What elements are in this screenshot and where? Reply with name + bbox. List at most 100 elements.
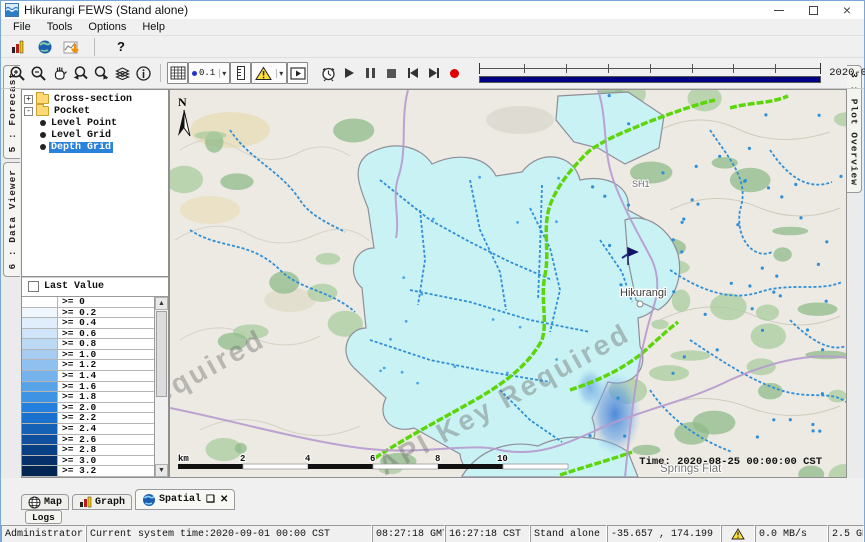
svg-text:km: km — [178, 454, 189, 464]
legend-row[interactable]: >= 3.2 — [22, 466, 154, 477]
time-slider-period-bar[interactable] — [479, 76, 821, 83]
current-time-label: 2020-08-25 00:00:00 CST — [829, 67, 865, 79]
legend-row[interactable]: >= 0 — [22, 297, 154, 308]
legend-swatch — [22, 360, 58, 370]
time-slider[interactable] — [479, 63, 821, 83]
open-display-icon[interactable] — [287, 62, 308, 84]
tree-item-pocket[interactable]: - Pocket — [24, 105, 166, 117]
tree-item-label[interactable]: Level Point — [49, 118, 119, 129]
status-user: Administrator — [1, 525, 86, 542]
undock-tab-icon[interactable]: ❑ — [206, 494, 215, 506]
explorer-chart-icon[interactable] — [7, 36, 28, 58]
menu-help[interactable]: Help — [134, 21, 173, 33]
tab-spatial[interactable]: Spatial ❑ ✕ — [135, 489, 235, 510]
left-panel: + Cross-section - Pocket Level Point Lev… — [21, 89, 169, 478]
minimize-button[interactable] — [762, 1, 796, 19]
warning-icon — [731, 528, 745, 540]
wireframe-globe-icon — [28, 496, 41, 509]
legend-panel: Last Value >= 0>= 0.2>= 0.4>= 0.6>= 0.8>… — [22, 277, 168, 477]
step-back-icon[interactable] — [402, 62, 423, 84]
legend-color-table: >= 0>= 0.2>= 0.4>= 0.6>= 0.8>= 1.0>= 1.2… — [22, 297, 154, 477]
stop-icon[interactable] — [381, 62, 402, 84]
zoom-previous-icon[interactable] — [70, 62, 91, 84]
legend-row-label: >= 1.6 — [58, 382, 96, 392]
svg-text:2: 2 — [240, 454, 245, 464]
legend-scrollbar[interactable]: ▲ ▼ — [154, 297, 168, 477]
menu-tools[interactable]: Tools — [39, 21, 81, 33]
legend-swatch — [22, 339, 58, 349]
scroll-up-icon[interactable]: ▲ — [155, 297, 168, 310]
svg-text:6: 6 — [370, 454, 375, 464]
close-tab-icon[interactable]: ✕ — [220, 494, 228, 506]
status-bar: Administrator Current system time:2020-0… — [1, 525, 864, 542]
tree-item-label[interactable]: Cross-section — [52, 94, 134, 105]
menu-options[interactable]: Options — [80, 21, 134, 33]
threshold-value-dropdown[interactable]: 0.1 ▾ — [188, 62, 230, 84]
logs-row: Logs — [1, 510, 864, 525]
tree-item-label[interactable]: Pocket — [52, 106, 92, 117]
maximize-button[interactable] — [796, 1, 830, 19]
tab-graph[interactable]: Graph — [72, 494, 132, 510]
svg-text:10: 10 — [497, 454, 508, 464]
help-icon[interactable]: ? — [117, 39, 125, 54]
spatial-display-icon[interactable] — [61, 36, 82, 58]
legend-row-label: >= 0.4 — [58, 318, 96, 328]
warning-thresholds-dropdown[interactable]: ▾ — [251, 62, 287, 84]
grid-toggle-icon[interactable] — [167, 62, 188, 84]
status-memory: 2.5 GB — [828, 525, 864, 542]
menu-file[interactable]: File — [5, 21, 39, 33]
legend-row-label: >= 1.2 — [58, 360, 96, 370]
legend-swatch — [22, 371, 58, 381]
menu-bar: File Tools Options Help — [1, 19, 864, 36]
map-view[interactable]: API Key Required API Key Required N Hiku… — [169, 89, 847, 478]
legend-row-label: >= 2.2 — [58, 413, 96, 423]
tree-item-label-selected[interactable]: Depth Grid — [49, 142, 113, 153]
scrollbar-thumb[interactable] — [156, 311, 167, 397]
map-canvas[interactable]: API Key Required API Key Required N Hiku… — [170, 90, 847, 478]
chevron-down-icon[interactable]: ▾ — [276, 69, 283, 78]
legend-swatch — [22, 382, 58, 392]
info-icon[interactable] — [133, 62, 154, 84]
pause-icon[interactable] — [360, 62, 381, 84]
status-transfer-rate: 0.0 MB/s — [755, 525, 828, 542]
tree-item-level-point[interactable]: Level Point — [40, 117, 166, 129]
legend-swatch — [22, 403, 58, 413]
tree-item-depth-grid[interactable]: Depth Grid — [40, 141, 166, 153]
record-icon[interactable] — [444, 62, 465, 84]
legend-swatch — [22, 424, 58, 434]
layers-icon[interactable] — [112, 62, 133, 84]
main-toolbar: ? — [1, 36, 864, 58]
step-forward-icon[interactable] — [423, 62, 444, 84]
zoom-in-icon[interactable] — [7, 62, 28, 84]
tree-item-level-grid[interactable]: Level Grid — [40, 129, 166, 141]
zoom-out-icon[interactable] — [28, 62, 49, 84]
chevron-down-icon[interactable]: ▾ — [219, 69, 226, 78]
legend-row-label: >= 1.4 — [58, 371, 96, 381]
logs-button[interactable]: Logs — [25, 510, 62, 524]
globe-icon[interactable] — [34, 36, 55, 58]
status-coordinates: -35.657 , 174.199 — [607, 525, 721, 542]
animation-settings-icon[interactable] — [318, 62, 339, 84]
town-label: Hikurangi — [620, 287, 666, 299]
last-value-checkbox[interactable] — [28, 281, 39, 292]
tab-data-viewer[interactable]: 6 : Data Viewer — [3, 162, 20, 277]
legend-row-label: >= 1.8 — [58, 392, 96, 402]
svg-text:N: N — [178, 95, 187, 109]
tree-item-cross-section[interactable]: + Cross-section — [24, 93, 166, 105]
time-slider-track[interactable] — [479, 63, 821, 74]
status-system-time: Current system time:2020-09-01 00:00 CST — [86, 525, 372, 542]
legend-row-label: >= 0 — [58, 297, 85, 307]
pan-hand-icon[interactable] — [49, 62, 70, 84]
expander-icon[interactable]: - — [24, 107, 33, 116]
scroll-down-icon[interactable]: ▼ — [155, 464, 168, 477]
play-icon[interactable] — [339, 62, 360, 84]
svg-text:8: 8 — [435, 454, 440, 464]
ruler-icon[interactable] — [230, 62, 251, 84]
status-warning[interactable] — [721, 525, 755, 542]
tab-map[interactable]: Map — [21, 494, 69, 510]
tree-item-label[interactable]: Level Grid — [49, 130, 113, 141]
expander-icon[interactable]: + — [24, 95, 33, 104]
zoom-next-icon[interactable] — [91, 62, 112, 84]
map-toolbar: 0.1 ▾ ▾ 2020-08-25 00:00:00 CST — [1, 58, 864, 89]
close-button[interactable]: × — [830, 1, 864, 19]
